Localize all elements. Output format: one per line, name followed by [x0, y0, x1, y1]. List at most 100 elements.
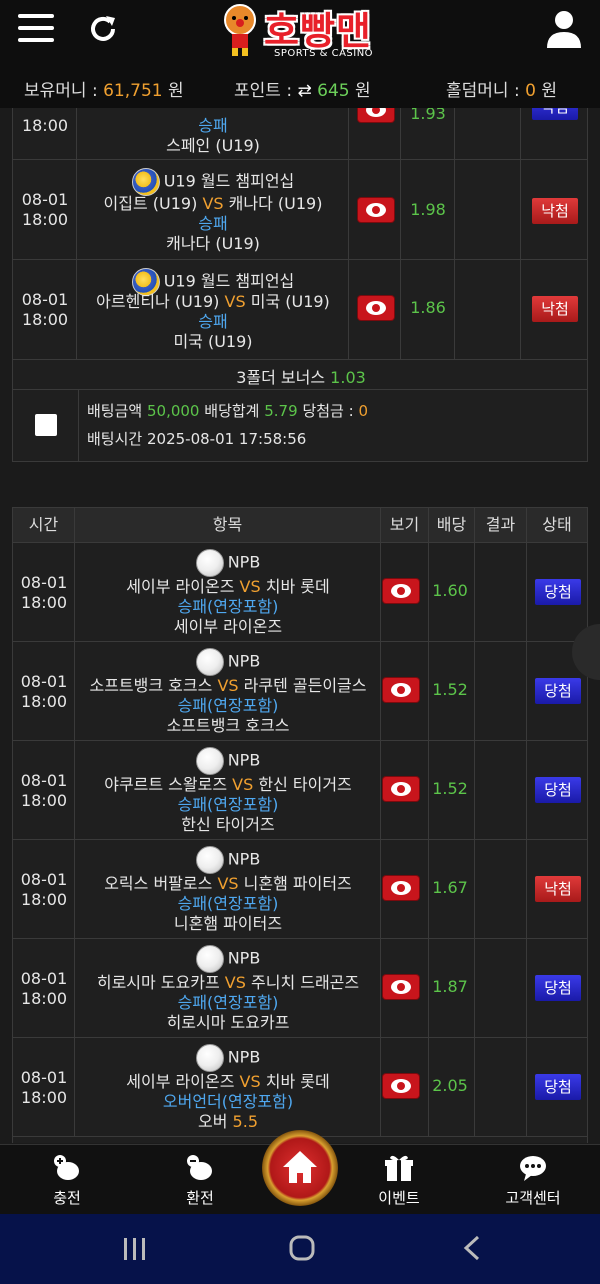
matchup: 소프트뱅크 호크스 VS 라쿠텐 골든이글스 — [89, 676, 367, 695]
mascot-icon — [224, 4, 256, 56]
odds-value: 1.87 — [432, 977, 468, 996]
league-name: NPB — [227, 651, 261, 671]
row-time: 18:00 — [20, 593, 68, 612]
matchup: 세이부 라이온즈 VS 치바 롯데 — [126, 1072, 330, 1091]
ticket2-row: 08-01 18:00 NPB 소프트뱅크 호크스 VS 라쿠텐 골든이글스 승패(연장… — [13, 642, 587, 741]
status-badge: 낙첨 — [535, 876, 581, 902]
status-badge: 낙첨 — [532, 108, 578, 120]
bet-summary-row: 배팅금액 50,000 배당합계 5.79 당첨금 : 0 배팅시간 2025-… — [13, 390, 587, 461]
ticket2-row: 08-01 18:00 NPB 세이부 라이온즈 VS 치바 롯데 승패(연장포함) 세이… — [13, 543, 587, 642]
logo-subtitle: SPORTS & CASINO — [274, 48, 374, 59]
pick: 한신 타이거즈 — [181, 815, 275, 834]
baseball-icon — [195, 549, 224, 577]
league-name: NPB — [227, 1047, 261, 1067]
odds-value: 2.05 — [432, 1076, 468, 1095]
row-date: 08-01 — [21, 190, 69, 209]
view-eye-icon[interactable] — [383, 1074, 419, 1098]
balance-holdem: 홀덤머니 : 0 원 — [446, 81, 557, 101]
row-date: 08-01 — [20, 870, 68, 889]
league-name: U19 월드 챔피언십 — [163, 171, 295, 191]
view-eye-icon[interactable] — [383, 777, 419, 801]
market-type: 승패(연장포함) — [177, 894, 279, 913]
pick: 니혼햄 파이터즈 — [173, 914, 283, 933]
market-type: 오버언더(연장포함) — [162, 1092, 294, 1111]
nav-deposit[interactable]: 충전 — [12, 1145, 122, 1215]
ticket2-row: 08-01 18:00 NPB 오릭스 버팔로스 VS 니혼햄 파이터즈 승패(연장포함… — [13, 840, 587, 939]
status-badge: 당첨 — [535, 777, 581, 803]
row-time: 18:00 — [20, 692, 68, 711]
view-eye-icon[interactable] — [358, 108, 394, 122]
row-date: 08-01 — [20, 1068, 68, 1087]
row-time: 18:00 — [21, 210, 69, 229]
user-icon[interactable] — [544, 8, 584, 48]
table-header: 시간 항목 보기 배당 결과 상태 — [12, 507, 588, 543]
row-time: 18:00 — [20, 890, 68, 909]
menu-icon[interactable] — [18, 14, 54, 46]
row-time: 18:00 — [20, 791, 68, 810]
odds-value: 1.60 — [432, 581, 468, 600]
nav-support[interactable]: 고객센터 — [478, 1145, 588, 1215]
home-system-icon[interactable] — [288, 1234, 316, 1262]
select-checkbox[interactable] — [35, 414, 57, 436]
baseball-icon — [195, 945, 224, 973]
status-badge: 당첨 — [535, 678, 581, 704]
view-eye-icon[interactable] — [358, 198, 394, 222]
odds-value: 1.52 — [432, 680, 468, 699]
status-badge: 당첨 — [535, 579, 581, 605]
row-time: 18:00 — [21, 310, 69, 329]
matchup: 야쿠르트 스왈로즈 VS 한신 타이거즈 — [104, 775, 352, 794]
ticket2-row: 08-01 18:00 NPB 히로시마 도요카프 VS 주니치 드래곤즈 승패(연장포… — [13, 939, 587, 1038]
back-icon[interactable] — [460, 1234, 484, 1262]
league-name: NPB — [227, 948, 261, 968]
ticket1-row: 18:00 승패 스페인 (U19) 1.93 낙첨 — [13, 108, 587, 160]
site-logo[interactable]: 호빵맨 SPORTS & CASINO — [220, 2, 390, 62]
status-badge: 당첨 — [535, 975, 581, 1001]
folder-bonus-row: 3폴더 보너스 1.03 — [13, 360, 587, 390]
baseball-icon — [195, 846, 224, 874]
top-header: 호빵맨 SPORTS & CASINO 보유머니 : 61,751 원 포인트 … — [0, 0, 600, 108]
matchup: 세이부 라이온즈 VS 치바 롯데 — [126, 577, 330, 596]
piggy-minus-icon — [187, 1155, 212, 1180]
status-badge: 낙첨 — [532, 198, 578, 224]
row-date: 08-01 — [21, 290, 69, 309]
row-time: 18:00 — [20, 989, 68, 1008]
nav-withdraw[interactable]: 환전 — [145, 1145, 255, 1215]
logo-text: 호빵맨 — [264, 9, 372, 53]
league-name: U19 월드 챔피언십 — [163, 271, 295, 291]
balance-money: 보유머니 : 61,751 원 — [24, 81, 184, 101]
odds-value: 1.67 — [432, 878, 468, 897]
pick: 히로시마 도요카프 — [166, 1013, 290, 1032]
recent-apps-icon[interactable] — [122, 1236, 148, 1262]
league-name: NPB — [227, 552, 261, 572]
pick: 오버 5.5 — [198, 1112, 258, 1131]
row-time: 18:00 — [20, 1088, 68, 1107]
baseball-icon — [195, 747, 224, 775]
row-date: 08-01 — [20, 672, 68, 691]
piggy-plus-icon — [54, 1155, 79, 1180]
ticket1-row: 08-01 18:00 U19 월드 챔피언십 아르헨티나 (U19) VS 미… — [13, 260, 587, 360]
view-eye-icon[interactable] — [383, 876, 419, 900]
volleyball-icon — [131, 168, 160, 196]
league-name: NPB — [227, 849, 261, 869]
baseball-icon — [195, 648, 224, 676]
status-badge: 당첨 — [535, 1074, 581, 1100]
support-chat-icon — [520, 1156, 546, 1181]
home-button[interactable] — [262, 1130, 338, 1206]
balance-bar: 보유머니 : 61,751 원 포인트 : ⇄ 645 원 홀덤머니 : 0 원 — [0, 76, 600, 102]
home-icon — [283, 1151, 317, 1183]
ticket1-row: 08-01 18:00 U19 월드 챔피언십 이집트 (U19) VS 캐나다… — [13, 160, 587, 260]
view-eye-icon[interactable] — [383, 975, 419, 999]
system-nav-bar — [0, 1214, 600, 1284]
matchup: 오릭스 버팔로스 VS 니혼햄 파이터즈 — [104, 874, 352, 893]
gift-icon — [385, 1155, 413, 1181]
view-eye-icon[interactable] — [383, 678, 419, 702]
refresh-icon[interactable] — [86, 12, 120, 46]
view-eye-icon[interactable] — [358, 296, 394, 320]
bet-ticket-2: 08-01 18:00 NPB 세이부 라이온즈 VS 치바 롯데 승패(연장포함) 세이… — [12, 543, 588, 1143]
balance-points: 포인트 : ⇄ 645 원 — [234, 81, 371, 101]
view-eye-icon[interactable] — [383, 579, 419, 603]
nav-event[interactable]: 이벤트 — [344, 1145, 454, 1215]
market-type: 승패(연장포함) — [177, 993, 279, 1012]
market-type: 승패(연장포함) — [177, 696, 279, 715]
pick: 소프트뱅크 호크스 — [166, 716, 290, 735]
